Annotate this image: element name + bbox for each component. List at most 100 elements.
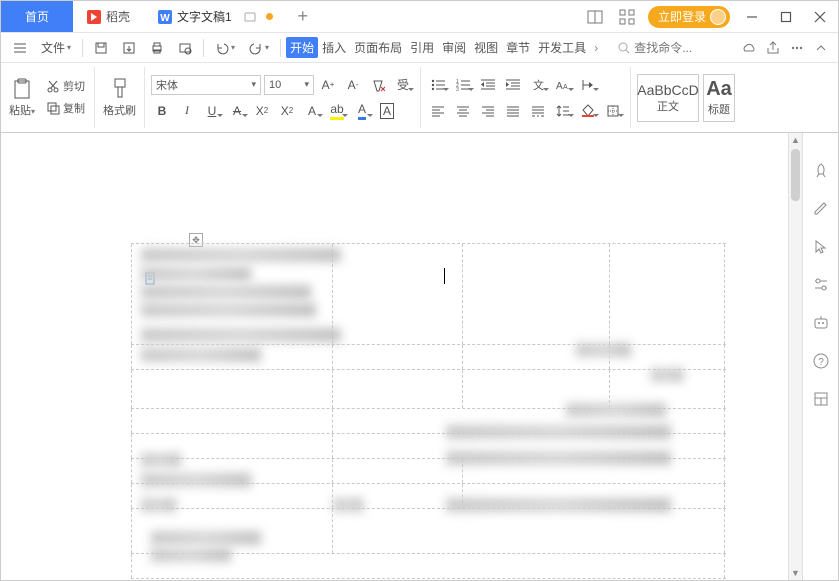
select-icon[interactable] xyxy=(811,237,831,257)
text-direction-button[interactable]: 文 xyxy=(527,74,549,96)
save-as-button[interactable] xyxy=(116,39,142,57)
assistant-icon[interactable] xyxy=(811,313,831,333)
edit-icon[interactable] xyxy=(811,199,831,219)
ribbon-tab-view[interactable]: 视图 xyxy=(470,37,502,58)
increase-indent-button[interactable] xyxy=(502,74,524,96)
file-menu[interactable]: 文件 ▾ xyxy=(35,37,77,58)
login-button[interactable]: 立即登录 xyxy=(648,6,730,28)
style-normal[interactable]: AaBbCcD 正文 xyxy=(637,74,699,122)
file-menu-label: 文件 xyxy=(41,39,65,56)
paste-icon xyxy=(10,77,34,101)
ribbon-tab-reference[interactable]: 引用 xyxy=(406,37,438,58)
grow-font-button[interactable]: A+ xyxy=(317,74,339,96)
command-search-input[interactable] xyxy=(634,41,704,55)
settings-slider-icon[interactable] xyxy=(811,275,831,295)
underline-button[interactable]: U xyxy=(201,100,223,122)
align-distribute-button[interactable] xyxy=(527,100,549,122)
ribbon-tab-review[interactable]: 审阅 xyxy=(438,37,470,58)
tabs-scroll-right[interactable]: › xyxy=(590,41,602,55)
format-painter-button[interactable]: 格式刷 xyxy=(101,77,138,118)
save-button[interactable] xyxy=(88,39,114,57)
hamburger-menu[interactable] xyxy=(7,39,33,57)
rocket-icon[interactable] xyxy=(811,161,831,181)
minimize-button[interactable] xyxy=(740,5,764,29)
format-painter-group: 格式刷 xyxy=(95,67,145,128)
subscript-button[interactable]: X2 xyxy=(276,100,298,122)
ribbon-tab-pagelayout[interactable]: 页面布局 xyxy=(350,37,406,58)
share-icon[interactable] xyxy=(762,37,784,59)
bold-button[interactable]: B xyxy=(151,100,173,122)
undo-button[interactable]: ▾ xyxy=(209,39,241,57)
scroll-up-button[interactable]: ▲ xyxy=(789,133,802,147)
search-icon xyxy=(618,42,630,54)
change-case-button[interactable]: A xyxy=(301,100,323,122)
paragraph-group: 123 文 AA xyxy=(421,67,631,128)
copy-button[interactable]: 复制 xyxy=(43,99,88,117)
highlight-button[interactable]: ab xyxy=(326,100,348,122)
font-name-value: 宋体 xyxy=(156,77,178,93)
more-icon[interactable] xyxy=(786,37,808,59)
superscript-button[interactable]: X2 xyxy=(251,100,273,122)
vertical-scrollbar[interactable]: ▲ ▼ xyxy=(788,133,802,580)
tab-docker[interactable]: 稻壳 xyxy=(73,1,144,32)
tabs-button[interactable] xyxy=(577,74,599,96)
italic-button[interactable]: I xyxy=(176,100,198,122)
print-button[interactable] xyxy=(144,39,170,57)
tab-document-label: 文字文稿1 xyxy=(177,8,232,25)
ribbon-tab-devtools[interactable]: 开发工具 xyxy=(534,37,590,58)
new-tab-button[interactable]: + xyxy=(287,1,319,32)
paste-button[interactable]: 粘贴▾ xyxy=(7,77,37,118)
scroll-down-button[interactable]: ▼ xyxy=(789,566,802,580)
separator xyxy=(280,39,281,57)
tab-document[interactable]: W 文字文稿1 xyxy=(144,1,287,32)
help-icon[interactable]: ? xyxy=(811,351,831,371)
layout-icon[interactable] xyxy=(584,6,606,28)
apps-icon[interactable] xyxy=(616,6,638,28)
align-right-button[interactable] xyxy=(477,100,499,122)
align-left-button[interactable] xyxy=(427,100,449,122)
redo-button[interactable]: ▾ xyxy=(243,39,275,57)
brush-icon xyxy=(108,77,132,101)
style-normal-sample: AaBbCcD xyxy=(637,82,698,98)
font-color-button[interactable]: A xyxy=(351,100,373,122)
cut-button[interactable]: 剪切 xyxy=(43,77,88,95)
ribbon-tab-insert[interactable]: 插入 xyxy=(318,37,350,58)
view-mode-icon[interactable] xyxy=(811,389,831,409)
align-center-button[interactable] xyxy=(452,100,474,122)
clear-format-button[interactable] xyxy=(367,74,389,96)
border-button[interactable] xyxy=(602,100,624,122)
ribbon-tab-section[interactable]: 章节 xyxy=(502,37,534,58)
char-border-button[interactable]: A xyxy=(376,100,398,122)
style-normal-label: 正文 xyxy=(657,98,679,114)
svg-text:文: 文 xyxy=(533,78,544,92)
strikethrough-button[interactable]: A xyxy=(226,100,248,122)
font-size-combo[interactable]: 10▾ xyxy=(264,75,314,95)
styles-group: AaBbCcD 正文 Aa 标题 xyxy=(631,67,741,128)
document-area: ✥ xyxy=(1,133,802,580)
collapse-ribbon-icon[interactable] xyxy=(810,37,832,59)
style-heading[interactable]: Aa 标题 xyxy=(703,74,735,122)
align-justify-button[interactable] xyxy=(502,100,524,122)
phonetic-button[interactable]: 受 xyxy=(392,74,414,96)
document-canvas[interactable]: ✥ xyxy=(1,133,802,580)
paste-label: 粘贴 xyxy=(9,105,31,117)
close-button[interactable] xyxy=(808,5,832,29)
print-preview-button[interactable] xyxy=(172,39,198,57)
shrink-font-button[interactable]: A- xyxy=(342,74,364,96)
decrease-indent-button[interactable] xyxy=(477,74,499,96)
command-search[interactable] xyxy=(612,39,710,57)
ribbon-tab-start[interactable]: 开始 xyxy=(286,37,318,58)
scissors-icon xyxy=(46,79,60,93)
tab-home[interactable]: 首页 xyxy=(1,1,73,32)
tab-docker-label: 稻壳 xyxy=(106,8,130,25)
bullets-button[interactable] xyxy=(427,74,449,96)
cloud-icon[interactable] xyxy=(738,37,760,59)
numbering-button[interactable]: 123 xyxy=(452,74,474,96)
shading-button[interactable] xyxy=(577,100,599,122)
scroll-thumb[interactable] xyxy=(791,149,800,201)
font-size-value: 10 xyxy=(269,79,281,91)
char-scale-button[interactable]: AA xyxy=(552,74,574,96)
maximize-button[interactable] xyxy=(774,5,798,29)
font-name-combo[interactable]: 宋体▾ xyxy=(151,75,261,95)
line-spacing-button[interactable] xyxy=(552,100,574,122)
